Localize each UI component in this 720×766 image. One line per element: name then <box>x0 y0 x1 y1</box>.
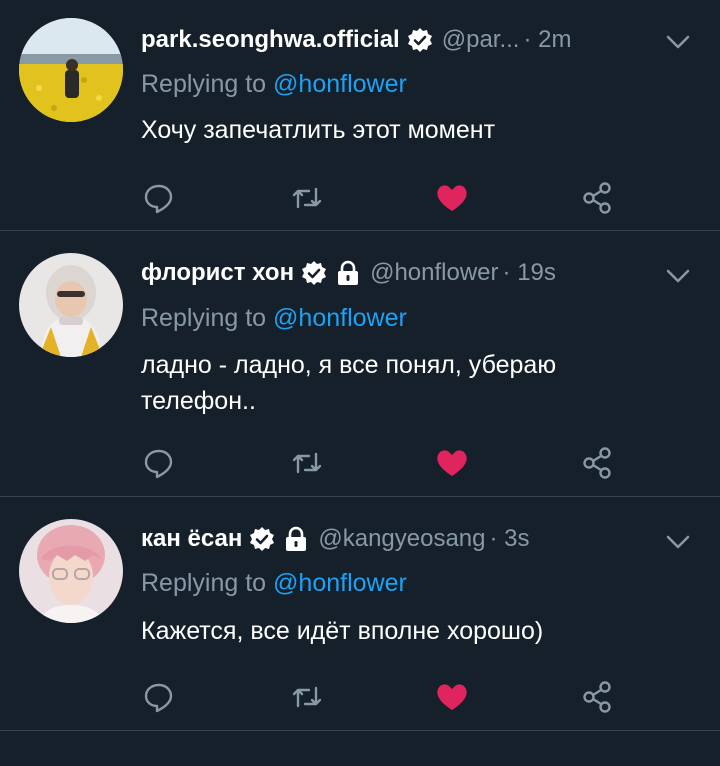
tweet[interactable]: park.seonghwa.official @par... · 2m Repl… <box>0 0 720 231</box>
replying-to: Replying to @honflower <box>141 70 407 99</box>
display-name[interactable]: флорист хон <box>141 259 294 287</box>
replying-prefix: Replying to <box>141 304 267 332</box>
retweet-button[interactable] <box>287 178 327 218</box>
timestamp[interactable]: · 3s <box>490 525 530 553</box>
tweet-actions <box>0 443 720 483</box>
tweet-header: park.seonghwa.official @par... · 2m <box>141 20 720 60</box>
share-button[interactable] <box>577 178 617 218</box>
like-button[interactable] <box>432 178 472 218</box>
verified-badge-icon <box>302 261 327 285</box>
share-icon <box>583 447 611 479</box>
heart-icon <box>437 684 467 710</box>
user-handle[interactable]: @honflower <box>370 259 498 287</box>
chevron-down-icon[interactable] <box>664 530 692 554</box>
tweet-actions <box>0 178 720 218</box>
tweet-text: Кажется, все идёт вполне хорошо) <box>141 617 544 645</box>
display-name[interactable]: кан ёсан <box>141 525 242 553</box>
tweet-text: Хочу запечатлить этот момент <box>141 116 496 144</box>
speech-bubble-icon <box>144 683 173 713</box>
tweet[interactable]: флорист хон @honflower · 19s Replying to… <box>0 231 720 497</box>
tweet-actions <box>0 677 720 717</box>
retweet-icon <box>292 187 322 209</box>
retweet-icon <box>292 686 322 708</box>
reply-button[interactable] <box>139 443 179 483</box>
verified-badge-icon <box>250 527 275 551</box>
like-button[interactable] <box>432 443 472 483</box>
share-icon <box>583 681 611 713</box>
tweet-header: флорист хон @honflower · 19s <box>141 253 720 293</box>
person-with-hood-photo <box>19 253 123 357</box>
avatar[interactable] <box>19 519 123 623</box>
lock-icon <box>286 526 307 551</box>
tweet-text: ладно - ладно, я все понял, убераю телеф… <box>141 351 557 415</box>
yellow-flower-field-photo <box>19 18 123 122</box>
replying-prefix: Replying to <box>141 70 267 98</box>
replying-to: Replying to @honflower <box>141 304 407 333</box>
avatar[interactable] <box>19 18 123 122</box>
retweet-button[interactable] <box>287 677 327 717</box>
user-handle[interactable]: @par... <box>442 26 520 54</box>
reply-button[interactable] <box>139 677 179 717</box>
timeline-feed: park.seonghwa.official @par... · 2m Repl… <box>0 0 720 766</box>
chevron-down-icon[interactable] <box>664 30 692 54</box>
share-button[interactable] <box>577 443 617 483</box>
mention-link[interactable]: @honflower <box>273 70 407 98</box>
avatar[interactable] <box>19 253 123 357</box>
chevron-down-icon[interactable] <box>664 264 692 288</box>
speech-bubble-icon <box>144 184 173 214</box>
retweet-button[interactable] <box>287 443 327 483</box>
verified-badge-icon <box>407 28 432 52</box>
tweet-header: кан ёсан @kangyeosang · 3s <box>141 519 720 559</box>
replying-to: Replying to @honflower <box>141 569 407 598</box>
like-button[interactable] <box>432 677 472 717</box>
heart-icon <box>437 450 467 476</box>
speech-bubble-icon <box>144 449 173 479</box>
share-icon <box>583 182 611 214</box>
share-button[interactable] <box>577 677 617 717</box>
display-name[interactable]: park.seonghwa.official <box>141 26 400 54</box>
pink-hair-person-photo <box>19 519 123 623</box>
retweet-icon <box>292 452 322 474</box>
reply-button[interactable] <box>139 178 179 218</box>
user-handle[interactable]: @kangyeosang <box>318 525 485 553</box>
tweet[interactable]: кан ёсан @kangyeosang · 3s Replying to @… <box>0 497 720 731</box>
timestamp[interactable]: · 19s <box>503 259 556 287</box>
mention-link[interactable]: @honflower <box>273 569 407 597</box>
timestamp[interactable]: · 2m <box>523 26 571 54</box>
lock-icon <box>338 260 359 285</box>
mention-link[interactable]: @honflower <box>273 304 407 332</box>
replying-prefix: Replying to <box>141 569 267 597</box>
heart-icon <box>437 185 467 211</box>
